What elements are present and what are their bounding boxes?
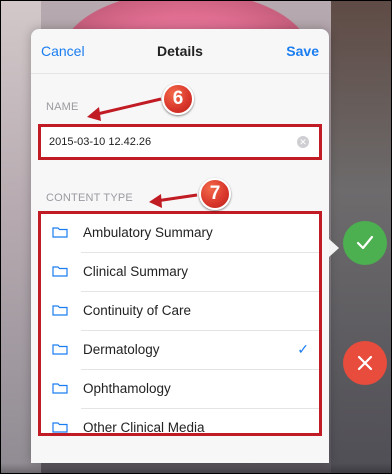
folder-icon bbox=[52, 305, 68, 316]
folder-icon bbox=[52, 266, 68, 277]
clear-circle-icon[interactable]: ✕ bbox=[297, 136, 309, 148]
annotation-badge-7: 7 bbox=[199, 178, 231, 210]
list-item-label: Clinical Summary bbox=[83, 264, 189, 279]
list-item-other-clinical-media[interactable]: Other Clinical Media bbox=[41, 409, 319, 435]
folder-icon bbox=[52, 344, 68, 355]
annotation-badge-6: 6 bbox=[162, 83, 194, 115]
save-button[interactable]: Save bbox=[286, 43, 319, 59]
folder-icon bbox=[52, 383, 68, 394]
list-item-label: Other Clinical Media bbox=[83, 420, 205, 435]
accept-button[interactable] bbox=[343, 221, 387, 265]
list-item-continuity-of-care[interactable]: Continuity of Care bbox=[41, 292, 319, 331]
list-item-label: Continuity of Care bbox=[83, 303, 192, 318]
list-item-clinical-summary[interactable]: Clinical Summary bbox=[41, 253, 319, 292]
folder-icon bbox=[52, 227, 68, 238]
checkmark-icon: ✓ bbox=[297, 341, 309, 357]
sheet-pointer bbox=[329, 239, 339, 257]
folder-icon bbox=[52, 422, 68, 433]
content-type-section-label: CONTENT TYPE bbox=[46, 192, 133, 204]
list-item-dermatology[interactable]: Dermatology ✓ bbox=[41, 331, 319, 370]
name-input-value[interactable]: 2015-03-10 12.42.26 bbox=[49, 136, 151, 148]
name-field[interactable]: 2015-03-10 12.42.26 ✕ bbox=[38, 124, 322, 160]
list-item-ophthamology[interactable]: Ophthamology bbox=[41, 370, 319, 409]
list-item-label: Dermatology bbox=[83, 342, 160, 357]
list-item-label: Ophthamology bbox=[83, 381, 171, 396]
checkmark-icon bbox=[356, 235, 374, 250]
nav-bar: Cancel Details Save bbox=[31, 29, 329, 74]
list-item-label: Ambulatory Summary bbox=[83, 225, 213, 240]
page-title: Details bbox=[157, 43, 203, 59]
close-icon bbox=[357, 355, 373, 371]
reject-button[interactable] bbox=[343, 341, 387, 385]
name-section-label: NAME bbox=[46, 101, 79, 113]
content-type-list: Ambulatory Summary Clinical Summary Cont… bbox=[38, 211, 322, 436]
screenshot-frame: Cancel Details Save NAME 2015-03-10 12.4… bbox=[0, 0, 392, 474]
list-item-ambulatory-summary[interactable]: Ambulatory Summary bbox=[41, 214, 319, 253]
bottom-shadow bbox=[1, 463, 391, 473]
